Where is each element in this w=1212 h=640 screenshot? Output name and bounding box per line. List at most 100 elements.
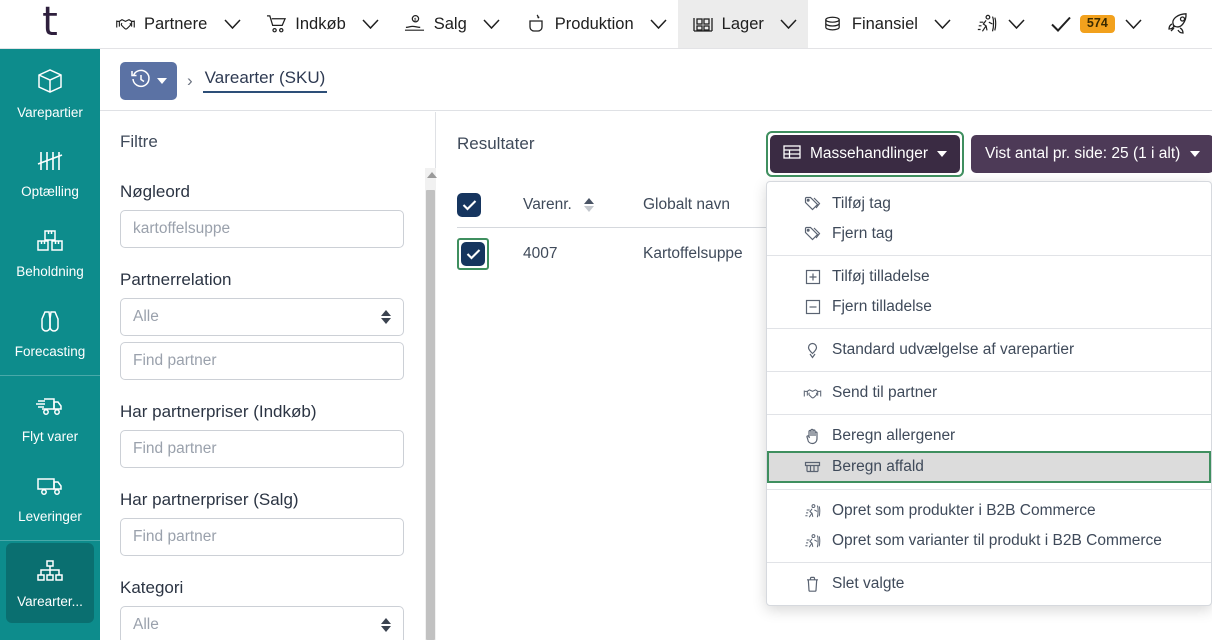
- kategori-select[interactable]: Alle: [120, 606, 404, 640]
- select-all-checkbox[interactable]: [457, 193, 481, 217]
- nav-caret-partnere[interactable]: [217, 0, 251, 48]
- menu-item-send-til-partner[interactable]: Send til partner: [767, 378, 1211, 408]
- nav-item-tasks[interactable]: 574: [1036, 0, 1119, 48]
- menu-separator-4: [767, 414, 1211, 415]
- nav-item-produktion[interactable]: Produktion: [511, 0, 644, 48]
- nav-caret-salg[interactable]: [477, 0, 511, 48]
- menu-item-slet-valgte[interactable]: Slet valgte: [767, 569, 1211, 599]
- filters-panel: Filtre Nøgleord kartoffelsuppe Partnerre…: [100, 112, 436, 640]
- breadcrumb-current[interactable]: Varearter (SKU): [203, 69, 328, 93]
- menu-label-beregn-allergener: Beregn allergener: [832, 427, 955, 445]
- sidebar-item-optaelling[interactable]: Optælling: [6, 133, 94, 213]
- tag-minus-icon: [803, 225, 822, 244]
- sidebar-item-varepartier[interactable]: Varepartier: [6, 53, 94, 133]
- keyword-input[interactable]: kartoffelsuppe: [120, 210, 404, 248]
- nav-group-produktion: Produktion: [511, 0, 678, 48]
- scroll-up-arrow-icon[interactable]: [427, 172, 437, 178]
- warehouse-icon: [692, 13, 714, 35]
- nav-caret-indkoeb[interactable]: [356, 0, 390, 48]
- filters-scrollbar-thumb[interactable]: [426, 190, 435, 640]
- menu-item-beregn-affald[interactable]: Beregn affald: [767, 451, 1211, 483]
- menu-separator-5: [767, 489, 1211, 490]
- runner-icon-menu-2: [803, 532, 822, 551]
- hierarchy-icon: [35, 558, 65, 589]
- chevron-updown-icon: [381, 310, 391, 324]
- filter-label-partnerpriser-indkoeb: Har partnerpriser (Indkøb): [120, 402, 415, 422]
- nav-caret-produktion[interactable]: [644, 0, 678, 48]
- menu-separator-3: [767, 371, 1211, 372]
- nav-label-produktion: Produktion: [555, 15, 634, 34]
- row-checkbox-highlight: [457, 238, 489, 270]
- sidebar-label-beholdning: Beholdning: [16, 265, 84, 279]
- menu-label-slet-valgte: Slet valgte: [832, 575, 904, 593]
- filters-title: Filtre: [120, 132, 415, 152]
- top-nav-items: Partnere Indkøb: [100, 0, 1205, 48]
- partnerpriser-indkoeb-input[interactable]: Find partner: [120, 430, 404, 468]
- sidebar-item-flyt-varer[interactable]: Flyt varer: [6, 378, 94, 458]
- filter-field-partnerpriser-indkoeb: Har partnerpriser (Indkøb) Find partner: [120, 402, 415, 468]
- row-checkbox[interactable]: [461, 242, 485, 266]
- menu-label-beregn-affald: Beregn affald: [832, 458, 924, 476]
- cart-icon: [265, 13, 287, 35]
- sidebar-item-leveringer[interactable]: Leveringer: [6, 458, 94, 538]
- nav-item-partnere[interactable]: Partnere: [100, 0, 217, 48]
- filter-label-partnerpriser-salg: Har partnerpriser (Salg): [120, 490, 415, 510]
- menu-label-send-til-partner: Send til partner: [832, 384, 937, 402]
- sidebar-item-forecasting[interactable]: Forecasting: [6, 293, 94, 373]
- page-size-button[interactable]: Vist antal pr. side: 25 (1 i alt): [971, 135, 1212, 173]
- sidebar-label-varearter: Varearter...: [17, 595, 83, 609]
- runner-icon: [976, 13, 998, 35]
- tally-icon: [34, 148, 66, 179]
- nav-item-runner[interactable]: [962, 0, 1002, 48]
- nav-group-salg: $ Salg: [390, 0, 511, 48]
- menu-item-standard-udvaelgelse[interactable]: Standard udvælgelse af varepartier: [767, 335, 1211, 365]
- menu-item-tilfoej-tag[interactable]: Tilføj tag: [767, 189, 1211, 219]
- rocket-icon[interactable]: [1153, 0, 1205, 48]
- nav-item-lager[interactable]: Lager: [678, 0, 774, 48]
- nav-item-indkoeb[interactable]: Indkøb: [251, 0, 355, 48]
- menu-item-opret-som-produkter[interactable]: Opret som produkter i B2B Commerce: [767, 496, 1211, 526]
- pot-icon: [525, 13, 547, 35]
- menu-label-fjern-tag: Fjern tag: [832, 225, 893, 243]
- mass-actions-button[interactable]: Massehandlinger: [770, 135, 960, 173]
- nav-group-indkoeb: Indkøb: [251, 0, 389, 48]
- menu-label-standard-udvaelgelse: Standard udvælgelse af varepartier: [832, 341, 1074, 359]
- nav-caret-finansiel[interactable]: [928, 0, 962, 48]
- sidebar-item-beholdning[interactable]: Beholdning: [6, 213, 94, 293]
- nav-item-finansiel[interactable]: Finansiel: [808, 0, 928, 48]
- sidebar-label-flyt-varer: Flyt varer: [22, 430, 78, 444]
- stacked-boxes-icon: [34, 228, 66, 259]
- nav-caret-tasks[interactable]: [1119, 0, 1153, 48]
- partnerrelation-select[interactable]: Alle: [120, 298, 404, 336]
- menu-item-beregn-allergener[interactable]: Beregn allergener: [767, 421, 1211, 451]
- moving-truck-icon: [34, 393, 66, 424]
- menu-label-tilfoej-tag: Tilføj tag: [832, 195, 891, 213]
- column-header-varenr[interactable]: Varenr.: [523, 196, 643, 214]
- history-button[interactable]: [120, 62, 177, 100]
- menu-item-tilfoej-tilladelse[interactable]: Tilføj tilladelse: [767, 262, 1211, 292]
- partnerrelation-value: Alle: [133, 308, 159, 326]
- sidebar-label-forecasting: Forecasting: [15, 345, 86, 359]
- menu-item-opret-som-varianter[interactable]: Opret som varianter til produkt i B2B Co…: [767, 526, 1211, 556]
- nav-caret-runner[interactable]: [1002, 0, 1036, 48]
- svg-text:$: $: [414, 17, 417, 23]
- task-count-badge: 574: [1080, 15, 1115, 34]
- nav-caret-lager[interactable]: [774, 0, 808, 48]
- menu-item-fjern-tag[interactable]: Fjern tag: [767, 219, 1211, 249]
- brand-letter: t: [42, 2, 58, 42]
- results-toolbar: Massehandlinger Vist antal pr. side: 25 …: [766, 131, 1212, 177]
- waste-bin-icon: [803, 458, 822, 477]
- brand-logo[interactable]: t: [0, 0, 100, 48]
- binoculars-icon: [35, 308, 65, 339]
- menu-separator-2: [767, 328, 1211, 329]
- trash-icon: [803, 575, 822, 594]
- nav-item-salg[interactable]: $ Salg: [390, 0, 477, 48]
- partnerrelation-find-partner-input[interactable]: Find partner: [120, 342, 404, 380]
- tag-plus-icon: [803, 195, 822, 214]
- partnerpriser-salg-input[interactable]: Find partner: [120, 518, 404, 556]
- menu-item-fjern-tilladelse[interactable]: Fjern tilladelse: [767, 292, 1211, 322]
- selection-icon: [803, 341, 822, 360]
- sidebar-item-varearter[interactable]: Varearter...: [6, 543, 94, 623]
- runner-icon-menu-1: [803, 502, 822, 521]
- filter-field-partnerrelation: Partnerrelation Alle Find partner: [120, 270, 415, 380]
